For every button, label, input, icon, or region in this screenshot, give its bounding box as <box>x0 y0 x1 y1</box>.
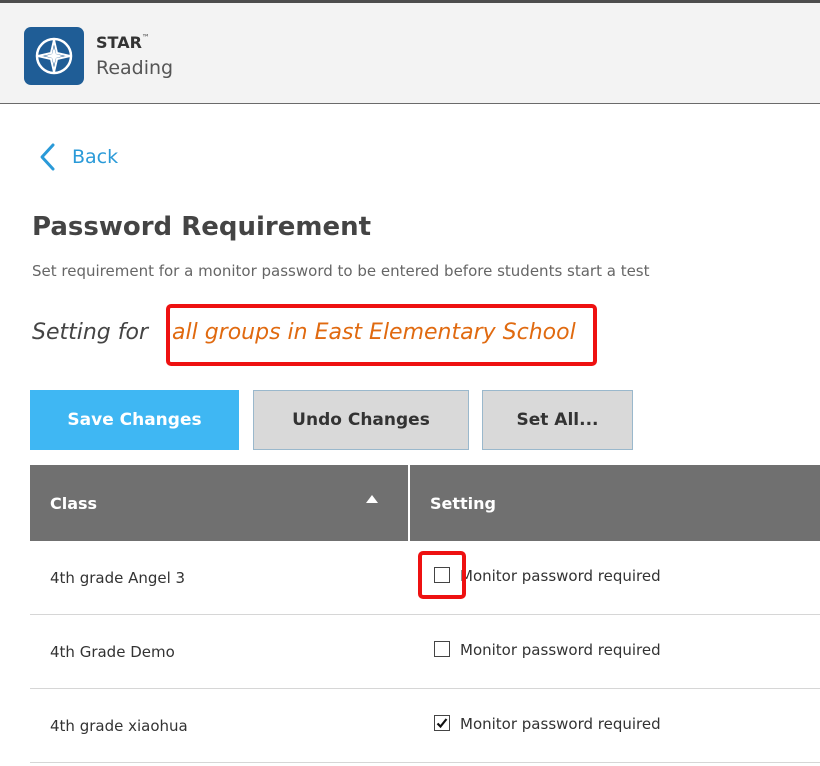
monitor-password-checkbox[interactable] <box>434 641 450 657</box>
sort-ascending-icon[interactable] <box>366 495 378 503</box>
column-header-setting: Setting <box>430 494 496 513</box>
class-name: 4th grade Angel 3 <box>50 569 186 587</box>
undo-changes-button[interactable]: Undo Changes <box>253 390 469 450</box>
save-changes-button[interactable]: Save Changes <box>30 390 239 450</box>
page-description: Set requirement for a monitor password t… <box>32 262 650 280</box>
back-link[interactable]: Back <box>38 141 118 173</box>
column-divider <box>408 465 410 541</box>
table-row: 4th Grade Demo Monitor password required <box>30 615 820 689</box>
chevron-left-icon <box>40 143 55 171</box>
brand-product: Reading <box>96 57 174 79</box>
checkbox-highlight <box>418 551 466 599</box>
class-name: 4th grade xiaohua <box>50 717 188 735</box>
checkbox-label: Monitor password required <box>460 715 661 733</box>
monitor-password-checkbox[interactable] <box>434 715 450 731</box>
setting-for-label: Setting for <box>32 320 149 345</box>
compass-star-icon <box>24 27 84 85</box>
brand-name: STAR™ <box>96 33 150 52</box>
column-header-class[interactable]: Class <box>50 494 97 513</box>
page-title: Password Requirement <box>32 212 372 242</box>
checkmark-icon <box>436 718 448 729</box>
checkbox-label: Monitor password required <box>460 567 661 585</box>
back-label: Back <box>72 146 119 168</box>
app-header: STAR™ Reading <box>0 0 820 104</box>
set-all-button[interactable]: Set All... <box>482 390 633 450</box>
table-row: 4th grade xiaohua Monitor password requi… <box>30 689 820 763</box>
class-name: 4th Grade Demo <box>50 643 175 661</box>
table-header <box>30 465 820 541</box>
checkbox-label: Monitor password required <box>460 641 661 659</box>
setting-scope[interactable]: all groups in East Elementary School <box>172 320 576 345</box>
